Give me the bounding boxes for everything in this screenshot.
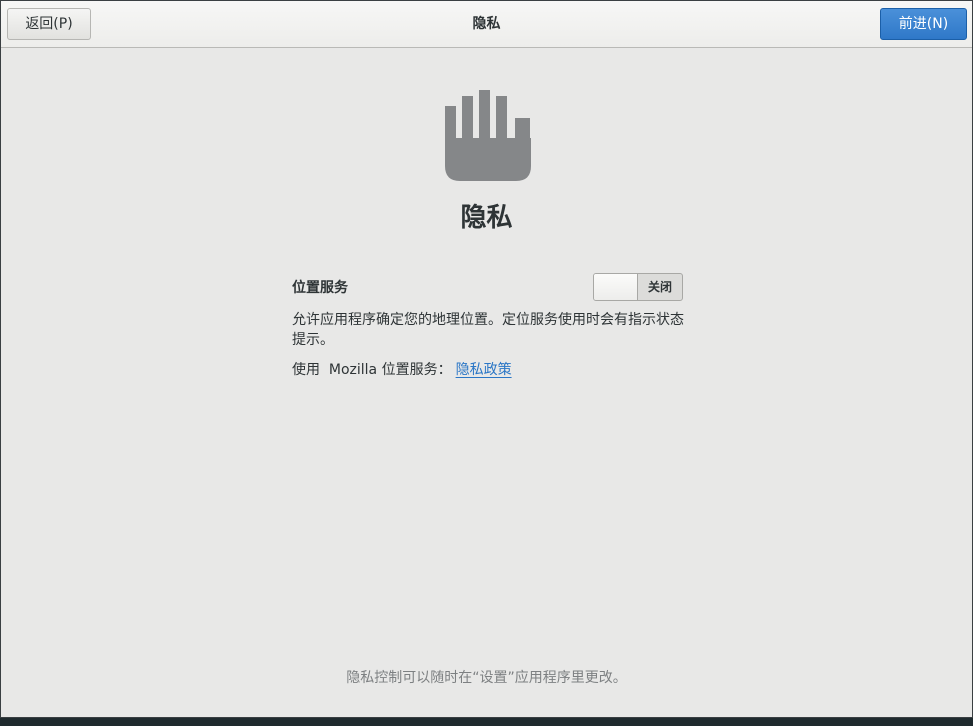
- footer-note: 隐私控制可以随时在“设置”应用程序里更改。: [346, 670, 627, 686]
- next-button[interactable]: 前进(N): [880, 8, 967, 40]
- privacy-policy-link[interactable]: 隐私政策: [456, 362, 512, 378]
- toggle-knob[interactable]: [594, 274, 638, 300]
- back-button[interactable]: 返回(P): [7, 8, 91, 40]
- privacy-window: 隐私 返回(P) 前进(N) 隐私 位置服务 关闭 允许应用程序确定您的地理位置…: [0, 0, 973, 718]
- location-services-label: 位置服务: [292, 280, 348, 296]
- location-description: 允许应用程序确定您的地理位置。定位服务使用时会有指示状态提示。: [292, 312, 684, 348]
- header-bar: 隐私 返回(P) 前进(N): [1, 1, 972, 48]
- hand-stop-icon: [445, 90, 531, 182]
- toggle-state-label: 关闭: [647, 280, 672, 294]
- mozilla-service-text: 使用 Mozilla 位置服务：: [292, 362, 452, 378]
- mozilla-service-line: 使用 Mozilla 位置服务： 隐私政策: [292, 360, 512, 380]
- location-services-toggle[interactable]: 关闭: [593, 273, 683, 301]
- page-title: 隐私: [460, 203, 513, 233]
- header-title: 隐私: [472, 16, 501, 32]
